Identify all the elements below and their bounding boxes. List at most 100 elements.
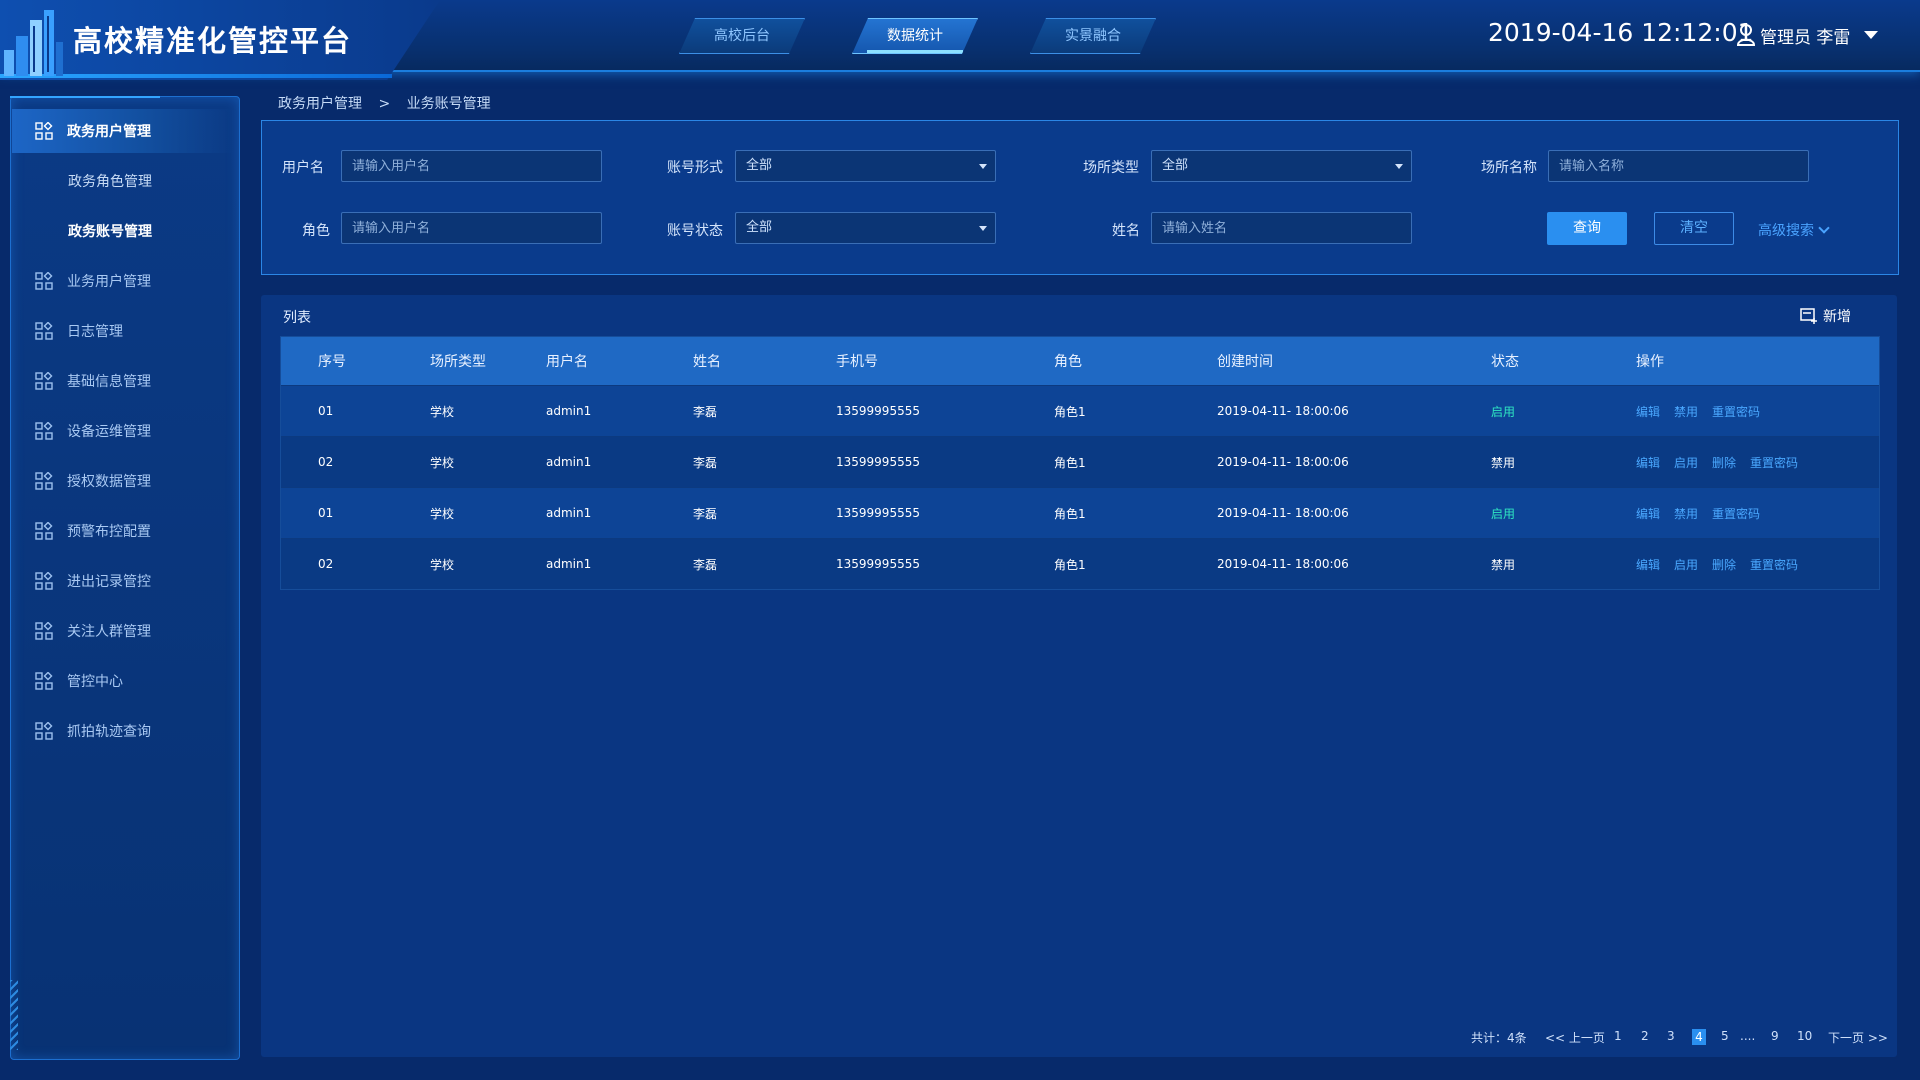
clear-button[interactable]: 清空 — [1654, 212, 1734, 245]
chevron-down-icon[interactable] — [1864, 31, 1879, 39]
query-button[interactable]: 查询 — [1547, 212, 1627, 245]
breadcrumb: 政务用户管理 > 业务账号管理 — [278, 93, 503, 113]
sidebar-item[interactable]: 抓拍轨迹查询 — [12, 709, 234, 753]
venue-type-value: 全部 — [1162, 158, 1189, 173]
cell-username: admin1 — [546, 557, 592, 571]
row-actions: 编辑 启用 删除 重置密码 — [1636, 539, 1812, 589]
sidebar-item[interactable]: 管控中心 — [12, 659, 234, 703]
sidebar-item-label: 抓拍轨迹查询 — [67, 724, 151, 740]
advanced-search-link[interactable]: 高级搜索 — [1758, 220, 1830, 240]
cell-username: admin1 — [546, 506, 592, 520]
breadcrumb-current: 业务账号管理 — [406, 96, 491, 112]
page-link[interactable]: 9 — [1771, 1029, 1779, 1047]
row-action-link[interactable]: 删除 — [1712, 556, 1736, 573]
account-type-select[interactable]: 全部 — [735, 150, 996, 182]
datetime-display: 2019-04-16 12:12:01 — [1488, 18, 1754, 47]
cell-no: 01 — [318, 404, 334, 418]
caret-down-icon — [979, 226, 987, 231]
venue-type-label: 场所类型 — [1083, 160, 1139, 176]
page-link[interactable]: 5 — [1721, 1029, 1729, 1047]
city-buildings-icon — [4, 10, 63, 76]
caret-down-icon — [979, 164, 987, 169]
cell-username: admin1 — [546, 455, 592, 469]
user-menu[interactable]: 管理员 李雷 — [1736, 22, 1879, 48]
cell-no: 01 — [318, 506, 334, 520]
row-action-link[interactable]: 编辑 — [1636, 556, 1660, 573]
page-link-current[interactable]: 4 — [1692, 1029, 1706, 1045]
sidebar-item-label: 日志管理 — [67, 324, 123, 340]
sidebar-item[interactable]: 政务账号管理 — [12, 209, 290, 253]
venue-type-select[interactable]: 全部 — [1151, 150, 1412, 182]
sidebar-item[interactable]: 日志管理 — [12, 309, 234, 353]
row-action-link[interactable]: 编辑 — [1636, 403, 1660, 420]
column-header-created: 创建时间 — [1217, 354, 1273, 370]
cell-venue-type: 学校 — [430, 455, 455, 470]
venue-name-label: 场所名称 — [1481, 160, 1537, 176]
role-input[interactable] — [341, 212, 602, 244]
tab-data-statistics[interactable]: 数据统计 — [852, 18, 978, 54]
pagination-prev[interactable]: << 上一页 — [1545, 1029, 1605, 1047]
page-link[interactable]: 3 — [1667, 1029, 1675, 1047]
user-icon — [1736, 24, 1756, 46]
row-action-link[interactable]: 编辑 — [1636, 454, 1660, 471]
sidebar-item-label: 政务角色管理 — [68, 174, 152, 190]
username-label: 用户名 — [282, 160, 324, 176]
sidebar-item[interactable]: 业务用户管理 — [12, 259, 234, 303]
grid-icon — [35, 371, 53, 390]
cell-created: 2019-04-11- 18:00:06 — [1217, 506, 1349, 520]
row-action-link[interactable]: 启用 — [1674, 454, 1698, 471]
row-action-link[interactable]: 重置密码 — [1750, 454, 1798, 471]
add-button-label: 新增 — [1823, 309, 1851, 325]
sidebar-item[interactable]: 授权数据管理 — [12, 459, 234, 503]
breadcrumb-parent[interactable]: 政务用户管理 — [278, 96, 362, 112]
sidebar-item-label: 设备运维管理 — [67, 424, 151, 440]
page-link[interactable]: 10 — [1797, 1029, 1812, 1047]
account-status-value: 全部 — [746, 220, 773, 235]
row-actions: 编辑 禁用 重置密码 — [1636, 488, 1774, 538]
account-status-select[interactable]: 全部 — [735, 212, 996, 244]
sidebar-item[interactable]: 进出记录管控 — [12, 559, 234, 603]
sidebar-item-label: 管控中心 — [67, 674, 123, 690]
sidebar-item[interactable]: 关注人群管理 — [12, 609, 234, 653]
row-action-link[interactable]: 重置密码 — [1750, 556, 1798, 573]
account-type-value: 全部 — [746, 158, 773, 173]
tab-school-backend[interactable]: 高校后台 — [679, 18, 805, 54]
column-header-username: 用户名 — [546, 354, 588, 370]
user-name: 管理员 李雷 — [1760, 27, 1851, 48]
page-link[interactable]: 1 — [1614, 1029, 1622, 1047]
grid-icon — [35, 271, 53, 290]
account-status-label: 账号状态 — [667, 223, 723, 239]
sidebar-item[interactable]: 政务用户管理 — [12, 109, 234, 153]
page-link[interactable]: 2 — [1641, 1029, 1649, 1047]
row-action-link[interactable]: 禁用 — [1674, 403, 1698, 420]
sidebar-item-label: 业务用户管理 — [67, 274, 151, 290]
name-input[interactable] — [1151, 212, 1412, 244]
column-header-ops: 操作 — [1636, 354, 1664, 370]
add-button[interactable]: 新增 — [1800, 306, 1851, 326]
sidebar-item-label: 基础信息管理 — [67, 374, 151, 390]
role-label: 角色 — [302, 223, 330, 239]
column-header-phone: 手机号 — [836, 354, 878, 370]
row-action-link[interactable]: 重置密码 — [1712, 505, 1760, 522]
table-row: 02 学校 admin1 李磊 13599995555 角色1 2019-04-11- 18… — [281, 538, 1879, 589]
cell-phone: 13599995555 — [836, 455, 920, 469]
sidebar-item[interactable]: 设备运维管理 — [12, 409, 234, 453]
pagination-next[interactable]: 下一页 >> — [1828, 1029, 1888, 1047]
username-input[interactable] — [341, 150, 602, 182]
column-header-role: 角色 — [1054, 354, 1082, 370]
row-actions: 编辑 禁用 重置密码 — [1636, 386, 1774, 436]
row-action-link[interactable]: 重置密码 — [1712, 403, 1760, 420]
tab-live-fusion[interactable]: 实景融合 — [1030, 18, 1156, 54]
cell-no: 02 — [318, 455, 334, 469]
venue-name-input[interactable] — [1548, 150, 1809, 182]
sidebar-item[interactable]: 预警布控配置 — [12, 509, 234, 553]
row-action-link[interactable]: 编辑 — [1636, 505, 1660, 522]
sidebar-item[interactable]: 政务角色管理 — [12, 159, 290, 203]
row-action-link[interactable]: 删除 — [1712, 454, 1736, 471]
sidebar-item[interactable]: 基础信息管理 — [12, 359, 234, 403]
row-action-link[interactable]: 启用 — [1674, 556, 1698, 573]
table-row: 01 学校 admin1 李磊 13599995555 角色1 2019-04-11- 18… — [281, 385, 1879, 436]
row-action-link[interactable]: 禁用 — [1674, 505, 1698, 522]
cell-venue-type: 学校 — [430, 557, 455, 572]
cell-status: 启用 — [1491, 506, 1516, 521]
